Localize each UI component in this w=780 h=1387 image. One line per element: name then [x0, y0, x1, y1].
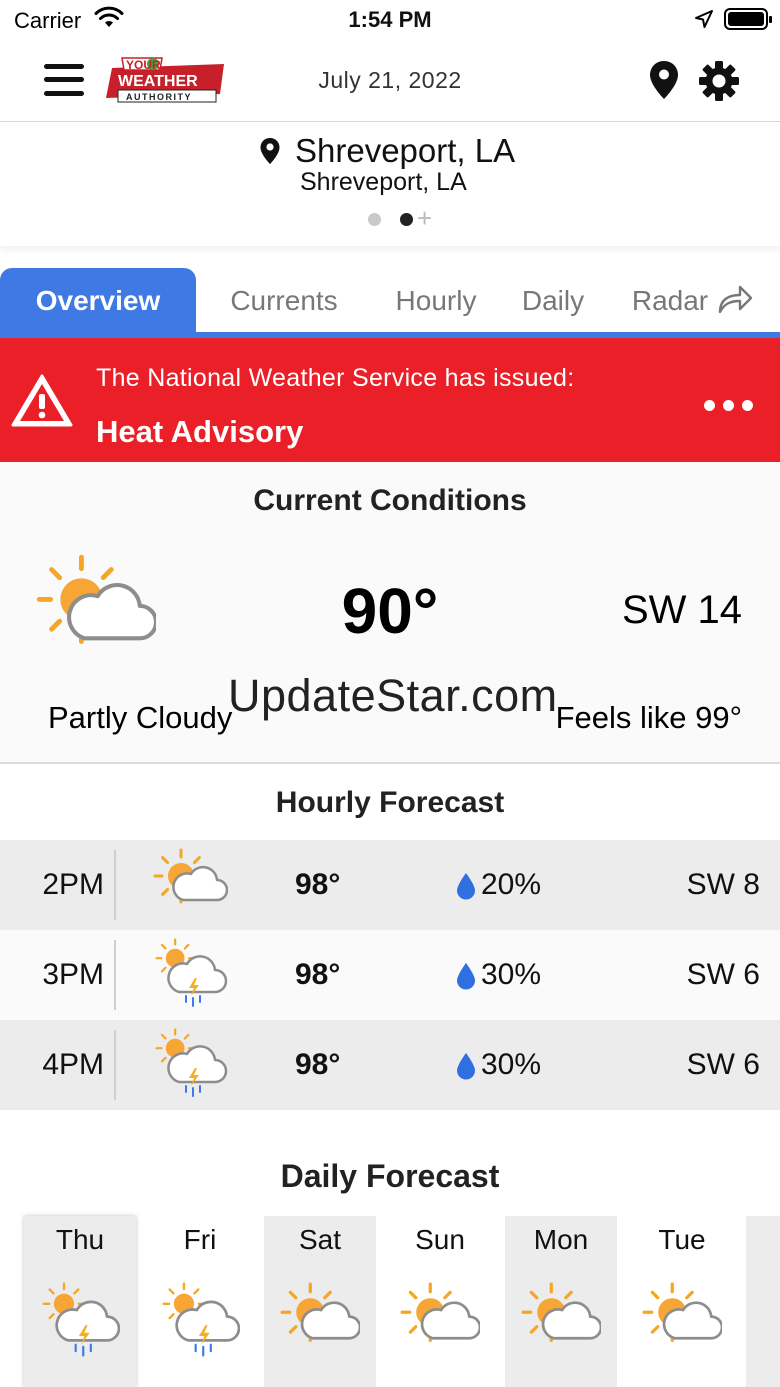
daily-day-next[interactable]	[746, 1216, 780, 1387]
weather-alert-banner[interactable]: The National Weather Service has issued:…	[0, 338, 780, 462]
daily-day-sat[interactable]: Sat	[264, 1216, 376, 1387]
tab-currents[interactable]: Currents	[212, 268, 356, 332]
header-date: July 21, 2022	[318, 67, 462, 93]
hourly-precip: 30%	[481, 958, 542, 991]
settings-gear-icon[interactable]	[698, 60, 740, 107]
hourly-row[interactable]: 4PM 98° 30% SW 6	[0, 1020, 780, 1110]
daily-day-sun[interactable]: Sun	[384, 1216, 496, 1387]
hourly-wind: SW 8	[686, 868, 760, 901]
thunderstorm-icon	[152, 1028, 228, 1107]
warning-triangle-icon	[10, 372, 74, 433]
divider	[114, 1030, 116, 1100]
daily-day-thu[interactable]: Thu	[24, 1216, 136, 1387]
status-time: 1:54 PM	[348, 7, 432, 32]
hourly-row[interactable]: 2PM 98° 20% SW 8	[0, 840, 780, 930]
tab-overview[interactable]: Overview	[0, 268, 196, 332]
hourly-wind: SW 6	[686, 1048, 760, 1081]
daily-day-mon[interactable]: Mon	[505, 1216, 617, 1387]
location-arrow-icon	[694, 9, 714, 34]
tab-bar: Overview Currents Hourly Daily Radar	[0, 268, 780, 332]
location-header[interactable]: Shreveport, LA Shreveport, LA +	[0, 122, 780, 246]
alert-issued-text: The National Weather Service has issued:	[96, 364, 575, 392]
current-condition-text: Partly Cloudy	[48, 700, 233, 735]
partly-cloudy-icon	[152, 848, 228, 927]
logo-text-your: YOUR	[126, 58, 161, 72]
current-wind: SW 14	[621, 588, 742, 632]
menu-icon[interactable]	[44, 62, 84, 98]
feels-like-text: Feels like 99°	[555, 700, 742, 735]
hourly-temp: 98°	[295, 958, 341, 991]
location-subtitle: Shreveport, LA	[300, 168, 467, 196]
share-arrow-icon[interactable]	[716, 282, 754, 321]
daily-day-fri[interactable]: Fri	[144, 1216, 256, 1387]
hourly-precip: 30%	[481, 1048, 542, 1081]
hourly-wind: SW 6	[686, 958, 760, 991]
location-page-indicator[interactable]: +	[366, 203, 446, 233]
day-label: Sun	[415, 1224, 465, 1255]
add-location-icon[interactable]: +	[417, 203, 432, 234]
your-weather-authority-logo: YOUR WEATHER AUTHORITY	[104, 54, 228, 106]
daily-day-tue[interactable]: Tue	[626, 1216, 738, 1387]
day-label: Mon	[533, 1224, 589, 1255]
partly-cloudy-icon	[36, 554, 156, 679]
location-marker-icon	[259, 137, 281, 170]
alert-title: Heat Advisory	[96, 414, 304, 449]
hourly-time: 3PM	[42, 958, 104, 991]
raindrop-icon	[456, 1052, 476, 1085]
thunderstorm-icon	[40, 1282, 120, 1367]
raindrop-icon	[456, 962, 476, 995]
tab-radar[interactable]: Radar	[622, 268, 718, 332]
hourly-forecast-heading: Hourly Forecast	[275, 786, 505, 819]
status-bar: Carrier 1:54 PM	[0, 0, 780, 40]
hourly-precip: 20%	[481, 868, 542, 901]
location-city: Shreveport, LA	[295, 132, 516, 169]
battery-icon	[724, 8, 772, 30]
page-dot[interactable]	[368, 213, 381, 226]
hourly-temp: 98°	[295, 1048, 341, 1081]
page-dot-active[interactable]	[400, 213, 413, 226]
nav-bar: YOUR WEATHER AUTHORITY July 21, 2022	[0, 40, 780, 122]
location-pin-icon[interactable]	[648, 60, 680, 105]
day-label: Sat	[298, 1224, 342, 1255]
more-options-icon[interactable]	[704, 398, 761, 416]
logo-text-authority: AUTHORITY	[126, 92, 192, 102]
current-conditions-heading: Current Conditions	[253, 484, 527, 517]
partly-cloudy-icon	[280, 1282, 360, 1367]
current-temperature: 90°	[341, 575, 439, 647]
watermark-text: UpdateStar.com	[228, 670, 558, 721]
hourly-row[interactable]: 3PM 98° 30% SW 6	[0, 930, 780, 1020]
raindrop-icon	[456, 872, 476, 905]
divider	[114, 940, 116, 1010]
hourly-time: 2PM	[42, 868, 104, 901]
partly-cloudy-icon	[642, 1282, 722, 1367]
tab-daily[interactable]: Daily	[508, 268, 598, 332]
day-label: Thu	[55, 1224, 105, 1255]
tab-hourly[interactable]: Hourly	[380, 268, 492, 332]
partly-cloudy-icon	[400, 1282, 480, 1367]
day-label: Tue	[658, 1224, 706, 1255]
day-label: Fri	[183, 1224, 217, 1255]
thunderstorm-icon	[160, 1282, 240, 1367]
hourly-time: 4PM	[42, 1048, 104, 1081]
thunderstorm-icon	[152, 938, 228, 1017]
partly-cloudy-icon	[521, 1282, 601, 1367]
daily-forecast-heading: Daily Forecast	[280, 1158, 500, 1194]
hourly-temp: 98°	[295, 868, 341, 901]
divider	[114, 850, 116, 920]
logo-text-weather: WEATHER	[118, 73, 198, 90]
